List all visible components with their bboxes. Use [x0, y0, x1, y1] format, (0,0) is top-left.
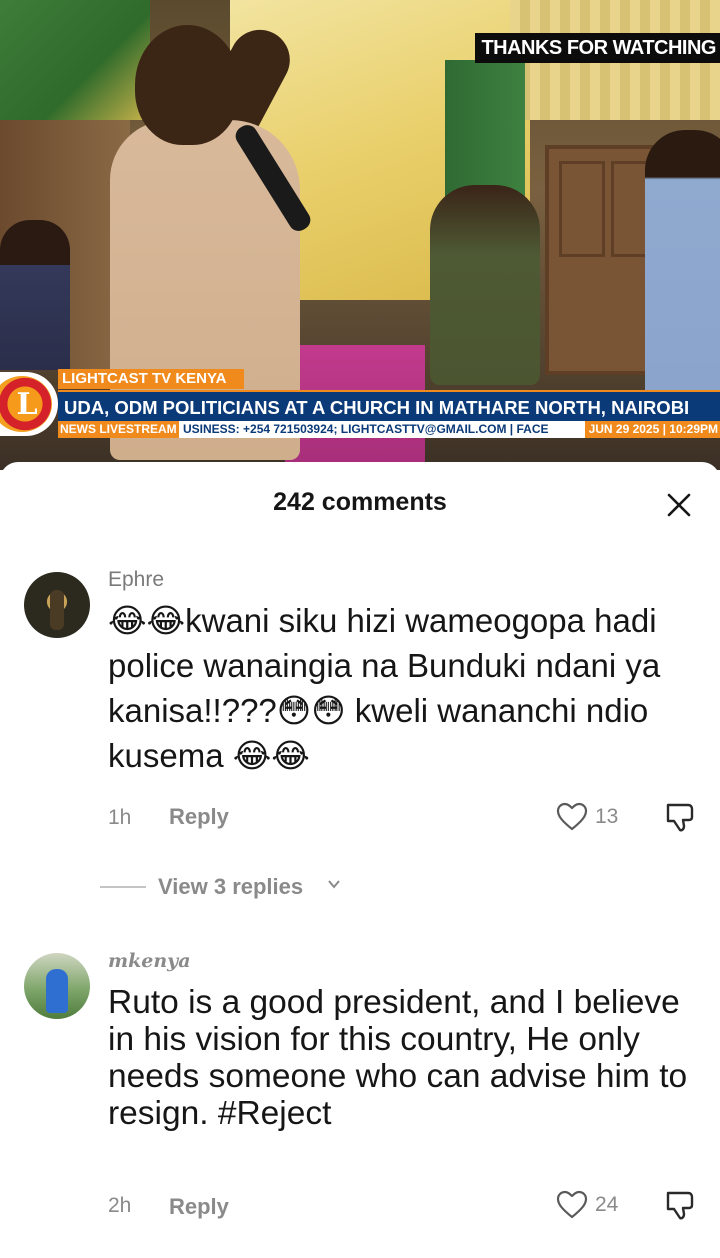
- like-count: 24: [595, 1193, 619, 1216]
- avatar[interactable]: [24, 572, 90, 638]
- green-curtain: [0, 0, 150, 120]
- close-icon-glyph: [667, 493, 691, 517]
- comments-count-title: 242 comments: [273, 488, 447, 516]
- ticker-date: JUN 29 2025 | 10:29PM: [584, 421, 720, 438]
- chevron-down-icon: [328, 880, 340, 889]
- comment-username[interactable]: mkenya: [108, 950, 191, 972]
- audience-member: [0, 220, 70, 370]
- speaker-head: [135, 25, 240, 145]
- standing-man: [645, 130, 720, 390]
- like-count: 13: [595, 805, 619, 828]
- news-ticker: NEWS LIVESTREAM USINESS: +254 721503924;…: [58, 421, 720, 438]
- heart-icon[interactable]: [556, 802, 588, 832]
- armed-officer: [430, 185, 540, 385]
- channel-logo-letter: L: [0, 376, 52, 432]
- ticker-text: USINESS: +254 721503924; LIGHTCASTTV@GMA…: [183, 422, 549, 436]
- avatar[interactable]: [24, 953, 90, 1019]
- news-headline: UDA, ODM POLITICIANS AT A CHURCH IN MATH…: [58, 390, 720, 421]
- reply-button[interactable]: Reply: [169, 1194, 229, 1220]
- divider-line: [100, 886, 146, 888]
- video-player[interactable]: THANKS FOR WATCHING L LIGHTCAST TV KENYA…: [0, 0, 720, 470]
- comment-time: 2h: [108, 1194, 132, 1217]
- channel-logo: L: [0, 372, 58, 436]
- close-icon[interactable]: [662, 488, 696, 522]
- channel-name: LIGHTCAST TV KENYA: [58, 369, 244, 389]
- reply-button[interactable]: Reply: [169, 804, 229, 830]
- comment-username[interactable]: Ephre: [108, 568, 164, 592]
- livestream-tag: NEWS LIVESTREAM: [58, 421, 179, 438]
- dislike-icon[interactable]: [664, 801, 696, 833]
- view-replies-button[interactable]: View 3 replies: [100, 872, 400, 902]
- comment-text: 😂😂kwani siku hizi wameogopa hadi police …: [108, 602, 661, 774]
- heart-icon[interactable]: [556, 1190, 588, 1220]
- dislike-icon[interactable]: [664, 1189, 696, 1221]
- comment-text: Ruto is a good president, and I believe …: [108, 984, 688, 1132]
- comment-time: 1h: [108, 806, 132, 829]
- view-replies-label: View 3 replies: [158, 874, 304, 899]
- thanks-for-watching-overlay: THANKS FOR WATCHING: [475, 33, 720, 63]
